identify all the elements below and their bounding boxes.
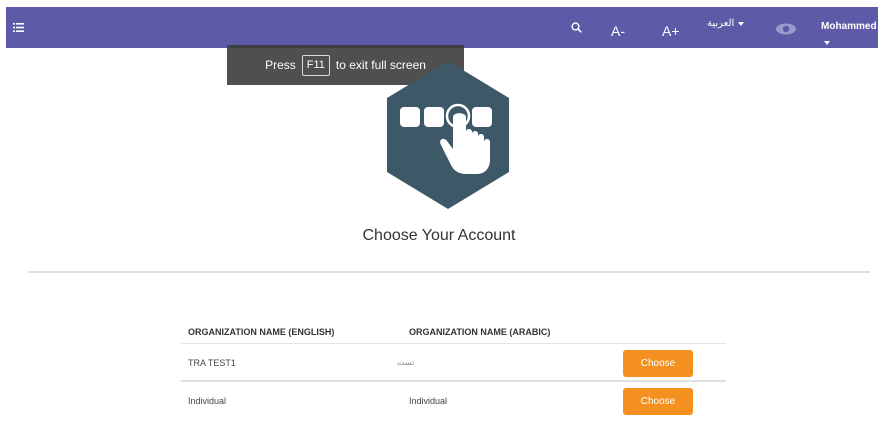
search-button[interactable] <box>571 20 587 36</box>
chevron-down-icon <box>738 21 745 26</box>
list-icon <box>12 22 24 32</box>
increase-font-button[interactable]: A+ <box>662 21 680 41</box>
organization-name-english: Individual <box>188 396 227 406</box>
organization-name-arabic: Individual <box>409 396 448 406</box>
table-row: Individual Individual Choose <box>181 382 726 420</box>
eye-icon <box>776 23 796 35</box>
language-label: العربية <box>707 18 735 29</box>
user-menu[interactable]: Mohammed <box>821 21 877 32</box>
page-title: Choose Your Account <box>362 227 516 244</box>
table-header: ORGANIZATION NAME (ENGLISH) ORGANIZATION… <box>181 318 726 344</box>
column-header-arabic: ORGANIZATION NAME (ARABIC) <box>409 327 551 337</box>
search-icon <box>571 22 582 33</box>
top-navigation-bar: A- A+ العربية Mohammed <box>6 7 878 48</box>
column-header-english: ORGANIZATION NAME (ENGLISH) <box>188 327 335 337</box>
organization-name-english: TRA TEST1 <box>188 358 236 368</box>
decrease-font-button[interactable]: A- <box>611 21 625 41</box>
section-divider <box>28 271 870 273</box>
language-dropdown[interactable]: العربية <box>707 18 745 29</box>
table-row: TRA TEST1 تست Choose <box>181 344 726 382</box>
organization-name-arabic: تست <box>397 358 415 367</box>
accessibility-toggle[interactable] <box>775 22 797 36</box>
choose-button[interactable]: Choose <box>623 388 693 415</box>
f11-key-badge: F11 <box>301 54 330 76</box>
notice-press-text: Press <box>265 58 296 72</box>
accounts-table: ORGANIZATION NAME (ENGLISH) ORGANIZATION… <box>181 318 726 420</box>
hand-tapping-keys-hexagon-icon <box>387 61 509 209</box>
choose-button[interactable]: Choose <box>623 350 693 377</box>
menu-button[interactable] <box>10 19 26 35</box>
chevron-down-icon <box>824 41 830 45</box>
